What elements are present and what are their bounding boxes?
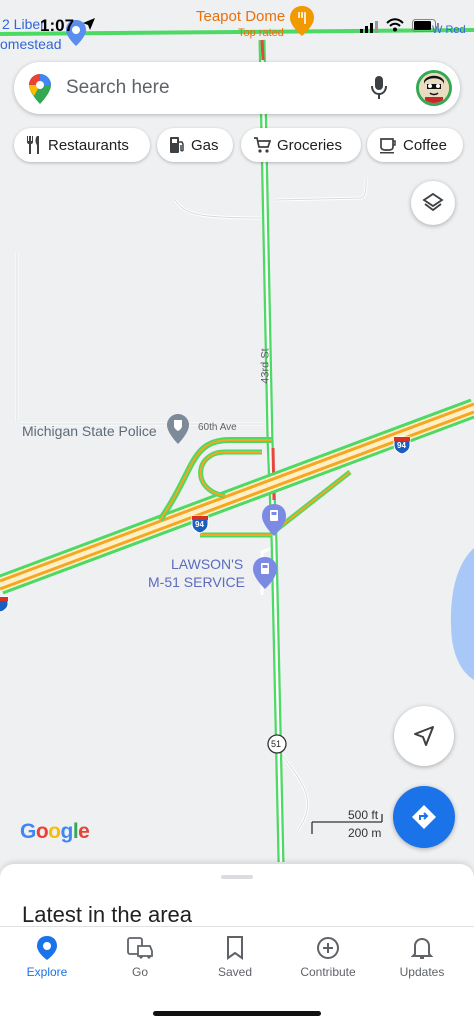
police-pin-icon[interactable] [167, 414, 189, 444]
nav-label: Updates [399, 965, 445, 979]
layers-icon [422, 192, 444, 212]
nav-contribute[interactable]: Contribute [288, 935, 368, 979]
chip-groceries[interactable]: Groceries [241, 128, 361, 162]
sheet-title: Latest in the area [22, 902, 193, 927]
nav-updates[interactable]: Updates [382, 935, 462, 979]
chip-label: Groceries [277, 136, 343, 154]
nav-saved[interactable]: Saved [195, 935, 275, 979]
nav-explore[interactable]: Explore [7, 935, 87, 979]
scale-m: 200 m [348, 826, 382, 840]
lawsons-label-line2[interactable]: M-51 SERVICE [148, 574, 245, 590]
navigation-arrow-icon [414, 726, 434, 746]
search-input[interactable]: Search here [66, 77, 170, 99]
microphone-icon[interactable] [370, 76, 388, 105]
gas-station-pin-icon[interactable] [262, 504, 286, 536]
chip-label: Restaurants [48, 136, 129, 154]
directions-icon [412, 805, 436, 829]
car-bus-icon [127, 937, 153, 959]
lawsons-pin-icon[interactable] [253, 557, 277, 589]
i94-shield-label: 94 [195, 520, 204, 529]
road-label-43rd: 43rd St [259, 348, 272, 384]
i94-shield-label: 94 [397, 441, 406, 450]
plus-circle-icon [317, 937, 339, 959]
fork-knife-icon [27, 136, 39, 154]
nav-label: Go [131, 965, 148, 979]
cart-icon [254, 137, 271, 153]
battery-icon [412, 19, 440, 37]
bookmark-icon [227, 936, 243, 960]
m51-shield-label: 51 [271, 739, 282, 749]
gas-pump-icon [170, 137, 184, 153]
location-arrow-icon [82, 17, 96, 36]
status-time: 1:07 [40, 16, 75, 35]
coffee-cup-icon [380, 138, 396, 154]
chip-gas[interactable]: Gas [157, 128, 233, 162]
layers-button[interactable] [411, 181, 455, 225]
signal-icon [360, 20, 380, 38]
chip-label: Gas [191, 136, 219, 154]
chip-restaurants[interactable]: Restaurants [14, 128, 150, 162]
directions-button[interactable] [393, 786, 455, 848]
police-label[interactable]: Michigan State Police [22, 423, 157, 439]
explore-pin-icon [37, 936, 57, 960]
nav-go[interactable]: Go [100, 935, 180, 979]
scale-ft: 500 ft [348, 808, 379, 822]
my-location-button[interactable] [394, 706, 454, 766]
category-chips: Restaurants Gas Groceries Coffee [14, 128, 474, 162]
lawsons-label-line1[interactable]: LAWSON'S [171, 556, 243, 572]
chip-label: Coffee [403, 136, 447, 154]
search-bar[interactable]: Search here [14, 62, 460, 114]
nav-label: Contribute [300, 965, 356, 979]
google-logo: Google [20, 820, 90, 843]
sheet-drag-handle[interactable] [221, 875, 253, 879]
road-label-60th: 60th Ave [198, 422, 237, 433]
home-indicator[interactable] [153, 1011, 321, 1016]
bottom-nav: Explore Go Saved Contribute Updates [0, 926, 474, 1024]
bell-icon [411, 937, 433, 959]
map-scale: 500 ft 200 m [310, 808, 390, 840]
avatar[interactable] [416, 70, 452, 106]
status-bar: 1:07 [0, 0, 474, 44]
wifi-icon [386, 18, 404, 37]
chip-coffee[interactable]: Coffee [367, 128, 463, 162]
maps-pin-logo-icon [29, 74, 51, 109]
nav-label: Saved [217, 965, 253, 979]
nav-label: Explore [26, 965, 68, 979]
